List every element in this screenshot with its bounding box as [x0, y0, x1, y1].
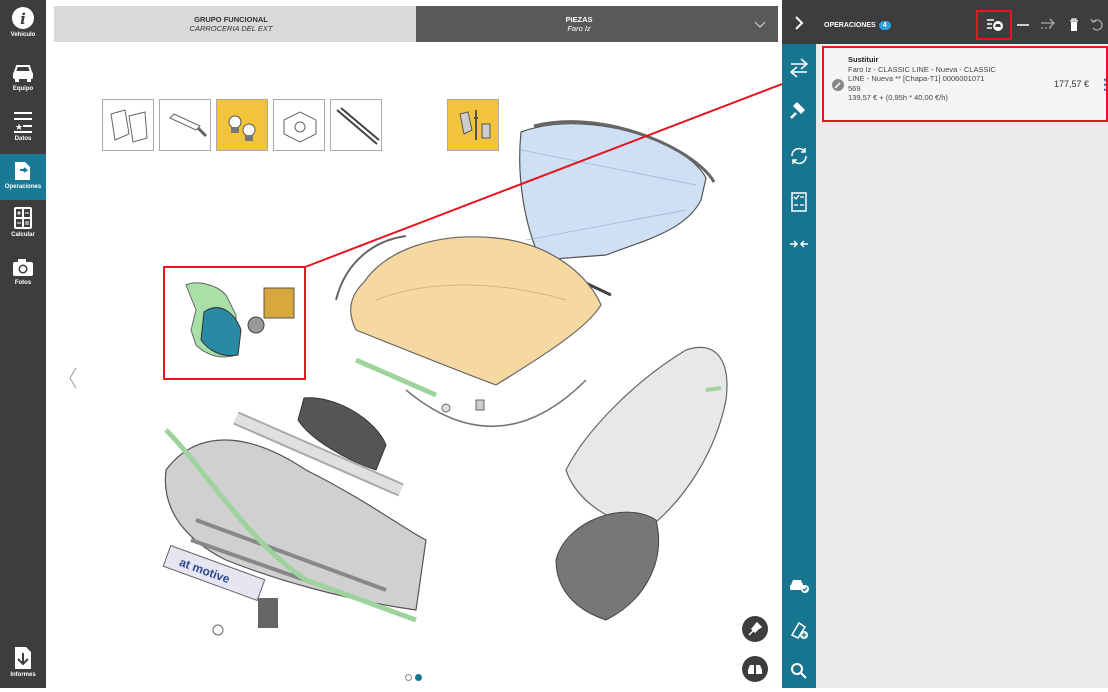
car-add-icon[interactable] [789, 620, 809, 640]
diagram-area: GRUPO FUNCIONAL CARROCERIA DEL EXT PIEZA… [46, 0, 782, 688]
car-check-icon[interactable] [789, 576, 809, 594]
nav-item-operaciones[interactable]: Operaciones [0, 154, 46, 200]
carousel-dot-2[interactable] [415, 674, 422, 681]
chevron-right-icon [795, 16, 804, 30]
operations-title: OPERACIONES 4 [824, 21, 891, 30]
collapse-panel-button[interactable] [782, 0, 816, 44]
nav-item-datos[interactable]: ★ Datos [0, 110, 46, 156]
data-list-icon: ★ [14, 112, 32, 133]
headlamp-unit [263, 287, 295, 319]
merge-arrows-icon[interactable] [789, 234, 809, 254]
checklist-icon[interactable] [789, 192, 809, 212]
nav-item-calcular[interactable]: Calcular [0, 206, 46, 252]
refresh-icon[interactable] [789, 146, 809, 166]
info-icon: i [12, 7, 34, 29]
tool-bar [782, 0, 816, 688]
nav-label: Calcular [11, 232, 35, 238]
nav-item-informes[interactable]: Informes [0, 646, 46, 692]
hood [350, 236, 602, 386]
nav-item-vehiculo[interactable]: i Vehículo [0, 6, 46, 52]
operation-line: 569 [848, 83, 861, 93]
download-report-icon [15, 647, 31, 669]
nav-label: Vehículo [10, 32, 36, 38]
operation-cost-formula: 139,57 € + (0,95h * 40,00 €/h) [848, 92, 948, 102]
operation-line: Faro Iz - CLASSIC LINE - Nueva - CLASSIC [848, 65, 996, 74]
swap-icon[interactable] [789, 58, 809, 78]
operation-description: Faro Iz - CLASSIC LINE - Nueva - CLASSIC… [848, 65, 1023, 102]
wheel-arch-liner [555, 511, 660, 621]
svg-text:★: ★ [15, 122, 23, 132]
more-options-icon[interactable]: ⋮ [1098, 76, 1108, 93]
car-icon [13, 65, 33, 82]
camera-icon [13, 259, 33, 276]
nav-label: Equipo [12, 86, 34, 92]
nav-label: Fotos [14, 280, 32, 286]
compare-button[interactable] [742, 656, 768, 682]
nav-label: Operaciones [4, 184, 42, 190]
left-navigation: i Vehículo Equipo ★ Datos Operaciones Ca… [0, 0, 46, 688]
hammer-icon[interactable] [789, 100, 809, 120]
filter-car-icon[interactable] [986, 17, 1004, 33]
operations-header: OPERACIONES 4 [816, 0, 1108, 44]
operation-price: 177,57 € [1054, 79, 1090, 89]
pin-icon [748, 622, 762, 636]
operations-count-badge: 4 [878, 21, 891, 30]
operation-line: LINE - Nueva ** [Chapa-T1] 0006001071 [848, 74, 985, 84]
nav-item-equipo[interactable]: Equipo [0, 62, 46, 108]
nav-label: Datos [14, 136, 32, 142]
operation-title: Sustituir [848, 55, 879, 64]
car-compare-icon [748, 665, 762, 674]
front-fender [565, 346, 728, 531]
svg-text:i: i [20, 10, 26, 28]
operations-panel: OPERACIONES 4 Sustituir Faro Iz - CLASSIC… [816, 0, 1108, 688]
search-icon[interactable] [790, 662, 808, 680]
calculator-icon [14, 207, 32, 229]
windshield [519, 123, 707, 261]
carousel-dot-1[interactable] [405, 674, 412, 681]
exploded-body-diagram: at motive [69, 120, 728, 636]
pin-button[interactable] [742, 616, 768, 642]
nav-label: Informes [10, 672, 36, 678]
move-arrow-icon[interactable] [1040, 18, 1056, 32]
undo-icon[interactable] [1090, 18, 1104, 32]
carousel-prev-arrow [69, 367, 77, 389]
wrench-badge-icon [832, 79, 844, 91]
minus-icon[interactable] [1016, 20, 1030, 30]
operations-icon [15, 162, 30, 180]
nav-item-fotos[interactable]: Fotos [0, 256, 46, 302]
trash-icon[interactable] [1068, 18, 1080, 32]
